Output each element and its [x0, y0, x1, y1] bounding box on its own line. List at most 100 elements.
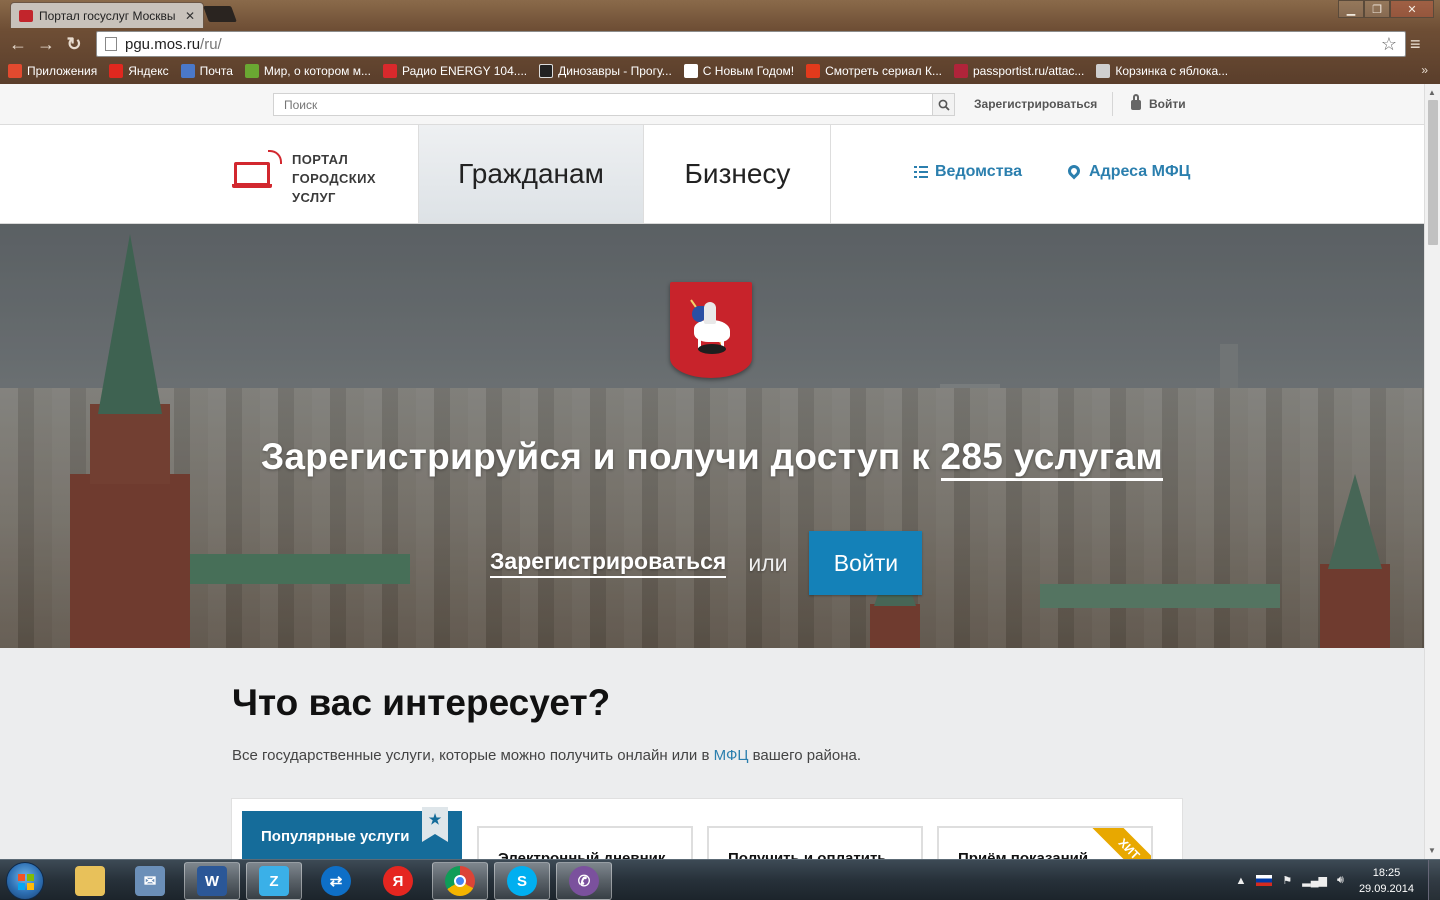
- back-arrow-icon[interactable]: ←: [6, 33, 30, 55]
- search-icon: [938, 99, 950, 111]
- taskbar-skype[interactable]: S: [494, 862, 550, 900]
- search-button[interactable]: [932, 94, 954, 115]
- language-flag-icon[interactable]: [1256, 875, 1273, 886]
- bookmark-star-icon[interactable]: ☆: [1381, 34, 1397, 55]
- hero-register-link[interactable]: Зарегистрироваться: [490, 548, 727, 578]
- bookmark-yandex[interactable]: Яндекс: [109, 64, 169, 78]
- mfc-link[interactable]: МФЦ: [714, 747, 749, 764]
- service-card-title: Приём показаний: [958, 850, 1089, 859]
- section-subtitle: Все государственные услуги, которые можн…: [232, 747, 861, 764]
- taskbar-viber[interactable]: ✆: [556, 862, 612, 900]
- hero-banner: Зарегистрируйся и получи доступ к 285 ус…: [0, 224, 1424, 648]
- volume-icon[interactable]: 🔊︎: [1337, 874, 1344, 887]
- new-tab-button[interactable]: [203, 6, 237, 22]
- logo-line: УСЛУГ: [292, 190, 336, 205]
- laptop-signal-icon: [232, 150, 282, 196]
- page-icon: [683, 64, 698, 78]
- bookmark-label: Радио ENERGY 104....: [401, 64, 528, 78]
- page-red-icon: [954, 64, 968, 78]
- maximize-button[interactable]: ❐: [1364, 0, 1390, 18]
- bookmark-basket[interactable]: Корзинка с яблока...: [1096, 64, 1228, 78]
- browser-chrome: Портал госуслуг Москвы ✕ ▁ ❐ ✕ ← → ↻ pgu…: [0, 0, 1440, 84]
- tab-citizens[interactable]: Гражданам: [418, 125, 644, 223]
- tab-strip: Портал госуслуг Москвы ✕ ▁ ❐ ✕: [0, 0, 1440, 28]
- bookmark-ctc[interactable]: Смотреть сериал К...: [806, 64, 942, 78]
- reload-icon[interactable]: ↻: [62, 33, 86, 55]
- bookmark-label: Почта: [199, 64, 233, 78]
- basket-icon: [1096, 64, 1111, 78]
- close-window-button[interactable]: ✕: [1390, 0, 1434, 18]
- network-warning-icon[interactable]: ⚑: [1282, 874, 1292, 887]
- subtitle-text-end: вашего района.: [748, 747, 861, 764]
- tab-business[interactable]: Бизнесу: [645, 125, 831, 223]
- search-input[interactable]: [274, 94, 932, 115]
- service-card[interactable]: Электронный дневник: [477, 826, 693, 859]
- taskbar-mail[interactable]: ✉: [122, 862, 178, 900]
- minimize-button[interactable]: ▁: [1338, 0, 1364, 18]
- hero-title: Зарегистрируйся и получи доступ к 285 ус…: [0, 436, 1424, 481]
- bookmarks-more-icon[interactable]: »: [1421, 63, 1428, 77]
- moscow-coat-of-arms-icon: [670, 282, 752, 378]
- bookmark-label: Смотреть сериал К...: [825, 64, 942, 78]
- taskbar-yandex-browser[interactable]: Я: [370, 862, 426, 900]
- start-button[interactable]: [6, 862, 44, 900]
- bookmark-bbc[interactable]: Динозавры - Прогу...: [539, 64, 672, 78]
- close-tab-icon[interactable]: ✕: [185, 9, 195, 23]
- taskbar-teamviewer[interactable]: ⇄: [308, 862, 364, 900]
- hero-or-text: или: [748, 549, 788, 576]
- popular-services-tab[interactable]: Популярные услуги ★: [242, 807, 462, 859]
- agencies-link[interactable]: Ведомства: [914, 163, 1022, 181]
- service-card[interactable]: Приём показаний ХИТ: [937, 826, 1153, 859]
- portal-logo[interactable]: ПОРТАЛ ГОРОДСКИХ УСЛУГ: [232, 150, 376, 207]
- scroll-down-arrow-icon[interactable]: ▼: [1428, 846, 1436, 855]
- taskbar-word[interactable]: W: [184, 862, 240, 900]
- mail-client-icon: ✉: [135, 866, 165, 896]
- bookmark-label: Приложения: [27, 64, 98, 78]
- browser-tab[interactable]: Портал госуслуг Москвы ✕: [10, 2, 204, 28]
- yandex-icon: [109, 64, 124, 78]
- header-login-link[interactable]: Войти: [1131, 94, 1186, 111]
- address-bar[interactable]: pgu.mos.ru/ru/ ☆: [96, 31, 1406, 57]
- ctc-icon: [806, 64, 821, 78]
- subtitle-text: Все государственные услуги, которые можн…: [232, 747, 714, 764]
- show-hidden-icons-icon[interactable]: ▲: [1236, 875, 1247, 887]
- chrome-icon: [445, 866, 475, 896]
- site-favicon-icon: [19, 9, 33, 22]
- window-controls: ▁ ❐ ✕: [1338, 0, 1434, 18]
- taskbar-zsky[interactable]: Z: [246, 862, 302, 900]
- taskbar-explorer[interactable]: [62, 862, 118, 900]
- scroll-up-arrow-icon[interactable]: ▲: [1428, 88, 1436, 97]
- system-clock[interactable]: 18:25 29.09.2014: [1359, 865, 1414, 897]
- system-tray: ▲ ⚑ ▂▄▆ 🔊︎ 18:25 29.09.2014: [1231, 860, 1440, 900]
- forward-arrow-icon[interactable]: →: [34, 33, 58, 55]
- bookmark-label: Динозавры - Прогу...: [558, 64, 672, 78]
- taskbar-chrome[interactable]: [432, 862, 488, 900]
- list-icon: [914, 166, 928, 178]
- services-count-link[interactable]: 285 услугам: [940, 436, 1164, 481]
- bookmark-apps[interactable]: Приложения: [8, 64, 97, 78]
- bookmark-passportist[interactable]: passportist.ru/attac...: [954, 64, 1084, 78]
- utility-bar: Зарегистрироваться Войти: [0, 84, 1424, 125]
- service-card[interactable]: Получить и оплатить: [707, 826, 923, 859]
- page-viewport: Зарегистрироваться Войти ПОРТАЛ ГОРОДСКИ…: [0, 84, 1424, 859]
- popular-services-label: Популярные услуги: [261, 828, 410, 845]
- windows-logo-icon: [18, 874, 34, 890]
- bookmark-mail[interactable]: Почта: [180, 64, 233, 78]
- browser-menu-icon[interactable]: ≡: [1410, 35, 1430, 53]
- agencies-label: Ведомства: [935, 163, 1023, 180]
- mfc-addresses-link[interactable]: Адреса МФЦ: [1065, 162, 1190, 181]
- search-box: [273, 93, 955, 116]
- signal-strength-icon[interactable]: ▂▄▆: [1302, 874, 1327, 887]
- bookmark-game[interactable]: Мир, о котором м...: [244, 64, 371, 78]
- lock-icon: [1131, 94, 1141, 110]
- hero-login-button[interactable]: Войти: [809, 531, 923, 595]
- main-navigation: ПОРТАЛ ГОРОДСКИХ УСЛУГ Гражданам Бизнесу…: [0, 125, 1424, 224]
- game-icon: [244, 64, 259, 78]
- header-register-link[interactable]: Зарегистрироваться: [974, 97, 1097, 111]
- show-desktop-button[interactable]: [1428, 860, 1440, 900]
- bookmark-radio[interactable]: Радио ENERGY 104....: [382, 64, 528, 78]
- hit-badge: ХИТ: [1087, 828, 1151, 859]
- page-scrollbar[interactable]: ▲ ▼: [1424, 84, 1440, 859]
- bookmark-newyear[interactable]: С Новым Годом!: [683, 64, 794, 78]
- scrollbar-thumb[interactable]: [1428, 100, 1438, 245]
